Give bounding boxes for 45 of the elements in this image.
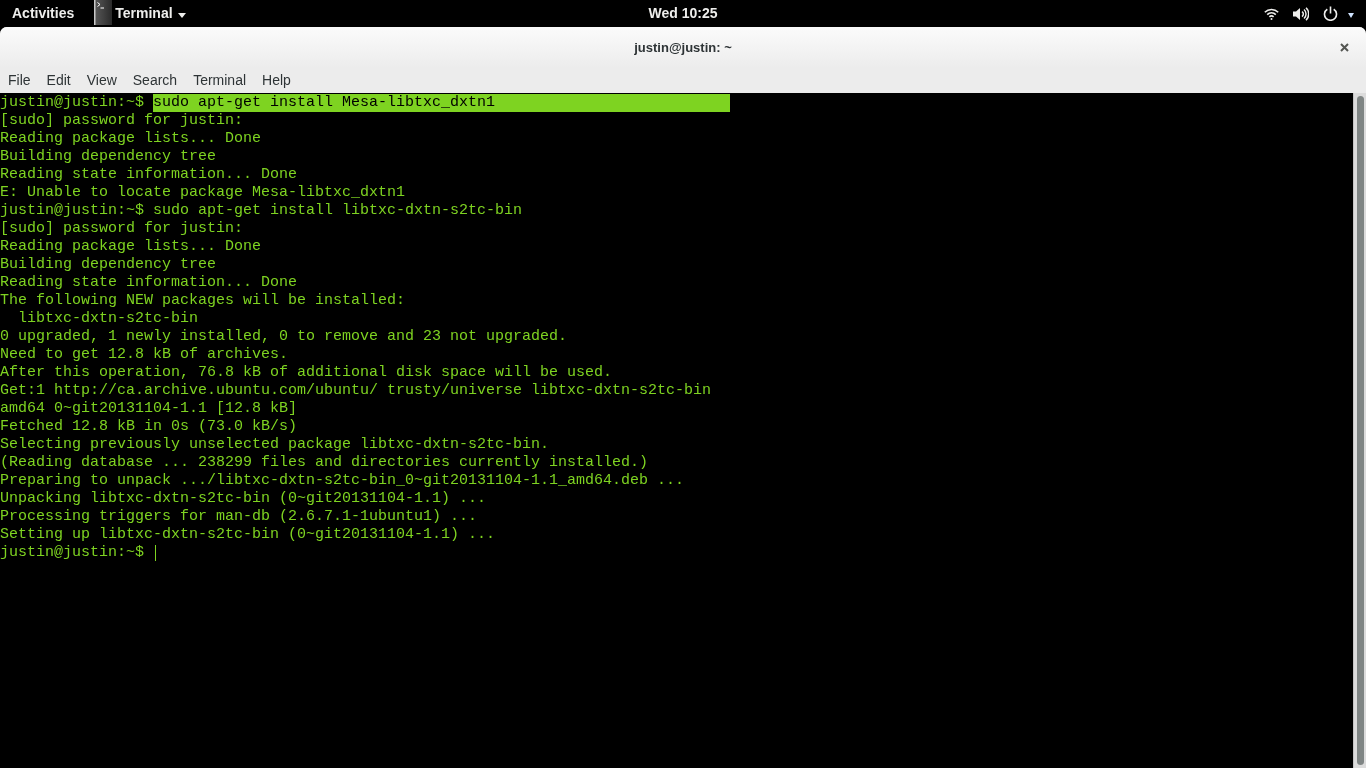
output-line: Reading package lists... Done	[0, 238, 262, 256]
menu-item[interactable]: View	[78, 68, 125, 93]
command-text: sudo apt-get install Mesa-libtxc_dxtn1	[153, 94, 731, 112]
menu-item[interactable]: Terminal	[185, 68, 255, 93]
menu-item[interactable]: Edit	[38, 68, 79, 93]
output-line: Selecting previously unselected package libtxc-dxtn-s2tc-bin.	[0, 436, 550, 454]
power-icon[interactable]	[1323, 6, 1338, 21]
close-icon[interactable]	[1340, 43, 1349, 52]
output-line: Preparing to unpack .../libtxc-dxtn-s2tc-bin_0~git20131104-1.1_amd64.deb ...	[0, 472, 685, 490]
output-line: Need to get 12.8 kB of archives.	[0, 346, 289, 364]
wifi-icon[interactable]	[1264, 7, 1279, 20]
output-line: (Reading database ... 238299 files and directories currently installed.)	[0, 454, 649, 472]
output-line: Reading state information... Done	[0, 274, 298, 292]
output-line: Building dependency tree	[0, 148, 217, 166]
caret-down-icon[interactable]	[1348, 12, 1354, 18]
output-line: Building dependency tree	[0, 256, 217, 274]
app-menu[interactable]: Terminal	[94, 0, 186, 27]
caret-down-icon	[177, 12, 186, 18]
output-line: Get:1 http://ca.archive.ubuntu.com/ubuntu/ trusty/universe libtxc-dxtn-s2tc-bin	[0, 382, 712, 400]
output-line: Reading package lists... Done	[0, 130, 262, 148]
output-line: [sudo] password for justin:	[0, 112, 244, 130]
volume-icon[interactable]	[1293, 6, 1309, 21]
menu-item[interactable]: Help	[254, 68, 299, 93]
output-line: [sudo] password for justin:	[0, 220, 244, 238]
shell-prompt: justin@justin:~$	[0, 94, 145, 112]
output-line: E: Unable to locate package Mesa-libtxc_dxtn1	[0, 184, 406, 202]
output-line: Setting up libtxc-dxtn-s2tc-bin (0~git20131104-1.1) ...	[0, 526, 496, 544]
command-text: sudo apt-get install libtxc-dxtn-s2tc-bin	[153, 202, 523, 220]
output-line: The following NEW packages will be installed:	[0, 292, 406, 310]
output-line: Reading state information... Done	[0, 166, 298, 184]
menu-item[interactable]: File	[0, 68, 39, 93]
output-line: Processing triggers for man-db (2.6.7.1-1ubuntu1) ...	[0, 508, 478, 526]
output-line: Unpacking libtxc-dxtn-s2tc-bin (0~git20131104-1.1) ...	[0, 490, 487, 508]
output-line: After this operation, 76.8 kB of additional disk space will be used.	[0, 364, 613, 382]
terminal-app-icon	[94, 0, 113, 25]
output-line: libtxc-dxtn-s2tc-bin	[17, 310, 199, 328]
output-line: 0 upgraded, 1 newly installed, 0 to remove and 23 not upgraded.	[0, 328, 568, 346]
window-title: justin@justin: ~	[634, 38, 732, 57]
menu-item[interactable]: Search	[124, 68, 186, 93]
shell-prompt: justin@justin:~$	[0, 544, 145, 562]
output-line: amd64 0~git20131104-1.1 [12.8 kB]	[0, 400, 298, 418]
output-line: Fetched 12.8 kB in 0s (73.0 kB/s)	[0, 418, 298, 436]
clock[interactable]: Wed 10:25	[648, 0, 718, 27]
shell-prompt: justin@justin:~$	[0, 202, 145, 220]
activities-button[interactable]: Activities	[12, 0, 75, 27]
